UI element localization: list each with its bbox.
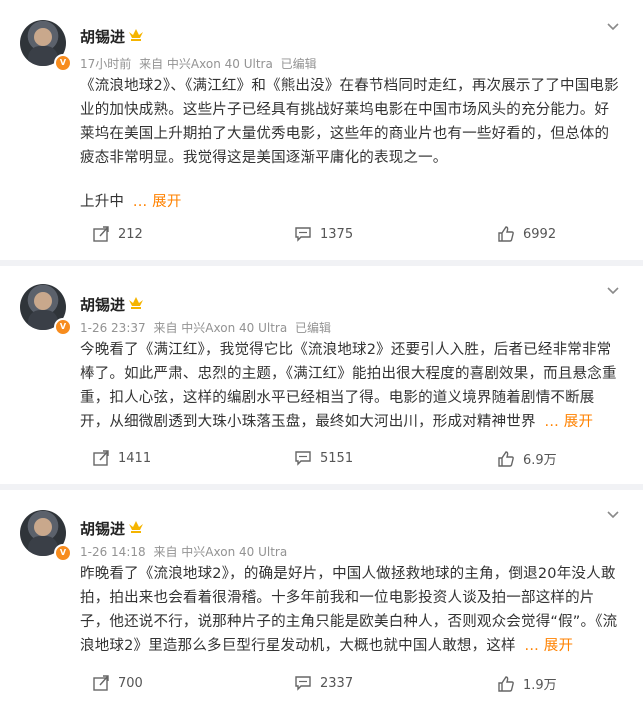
repost-count: 212 [118, 226, 143, 242]
expand-link[interactable]: ... 展开 [545, 414, 594, 430]
post-card: V 胡锡进 1-26 14:18 来自 中兴Axon 40 Ultra 昨晚看了… [0, 490, 643, 706]
post-card: V 胡锡进 17小时前 来自 中兴Axon 40 Ultra 已编辑 《流浪地球… [0, 0, 643, 260]
like-icon [498, 450, 514, 467]
action-bar: 700 2337 1.9万 [0, 674, 643, 698]
post-meta: 17小时前 来自 中兴Axon 40 Ultra 已编辑 [80, 55, 321, 72]
like-button[interactable]: 6992 [497, 225, 556, 243]
expand-link[interactable]: ... 展开 [525, 638, 574, 654]
like-button[interactable]: 1.9万 [497, 674, 557, 693]
author-name[interactable]: 胡锡进 [80, 26, 125, 47]
post-text: 《流浪地球2》、《满江红》和《熊出没》在春节档同时走红，再次展示了了中国电影业的… [80, 74, 620, 214]
repost-button[interactable]: 212 [92, 225, 143, 243]
chevron-down-icon[interactable] [605, 282, 621, 298]
post-meta: 1-26 23:37 来自 中兴Axon 40 Ultra 已编辑 [80, 319, 335, 336]
author-name[interactable]: 胡锡进 [80, 294, 125, 315]
comment-count: 2337 [320, 675, 354, 691]
action-bar: 1411 5151 6.9万 [0, 449, 643, 473]
post-source: 来自 中兴Axon 40 Ultra [139, 57, 273, 71]
comment-button[interactable]: 2337 [294, 674, 353, 692]
repost-button[interactable]: 1411 [92, 449, 151, 467]
post-body: 《流浪地球2》、《满江红》和《熊出没》在春节档同时走红，再次展示了了中国电影业的… [80, 78, 619, 166]
verified-badge-icon: V [54, 54, 72, 72]
repost-button[interactable]: 700 [92, 674, 143, 692]
comment-button[interactable]: 5151 [294, 449, 353, 467]
comment-button[interactable]: 1375 [294, 225, 353, 243]
repost-icon [93, 226, 109, 242]
like-icon [498, 226, 514, 242]
repost-count: 700 [118, 675, 143, 691]
like-count: 1.9万 [523, 678, 557, 693]
post-source: 来自 中兴Axon 40 Ultra [153, 321, 288, 335]
edited-label[interactable]: 已编辑 [281, 57, 317, 71]
like-count: 6992 [523, 226, 557, 242]
author-name[interactable]: 胡锡进 [80, 518, 125, 539]
comment-count: 5151 [320, 450, 354, 466]
post-time[interactable]: 17小时前 [80, 57, 131, 71]
like-icon [498, 675, 514, 692]
weibo-feed: V 胡锡进 17小时前 来自 中兴Axon 40 Ultra 已编辑 《流浪地球… [0, 0, 643, 706]
post-meta: 1-26 14:18 来自 中兴Axon 40 Ultra [80, 543, 291, 560]
comment-icon [295, 676, 311, 691]
post-tail: 上升中 [80, 194, 125, 210]
crown-icon [129, 521, 143, 533]
crown-icon [129, 297, 143, 309]
post-source: 来自 中兴Axon 40 Ultra [153, 545, 288, 559]
comment-count: 1375 [320, 226, 354, 242]
like-button[interactable]: 6.9万 [497, 449, 557, 468]
post-time[interactable]: 1-26 23:37 [80, 321, 146, 335]
chevron-down-icon[interactable] [605, 18, 621, 34]
comment-icon [295, 451, 311, 466]
crown-icon [129, 29, 143, 41]
like-count: 6.9万 [523, 453, 557, 468]
post-card: V 胡锡进 1-26 23:37 来自 中兴Axon 40 Ultra 已编辑 … [0, 266, 643, 484]
post-body: 今晚看了《满江红》，我觉得它比《流浪地球2》还要引人入胜，后者已经非常非常棒了。… [80, 342, 617, 430]
chevron-down-icon[interactable] [605, 506, 621, 522]
edited-label[interactable]: 已编辑 [295, 321, 331, 335]
post-text: 今晚看了《满江红》，我觉得它比《流浪地球2》还要引人入胜，后者已经非常非常棒了。… [80, 338, 620, 434]
verified-badge-icon: V [54, 318, 72, 336]
action-bar: 212 1375 6992 [0, 225, 643, 249]
repost-count: 1411 [118, 450, 152, 466]
comment-icon [295, 227, 311, 242]
expand-link[interactable]: ... 展开 [133, 194, 182, 210]
post-time[interactable]: 1-26 14:18 [80, 545, 146, 559]
repost-icon [93, 675, 109, 691]
post-text: 昨晚看了《流浪地球2》，的确是好片，中国人做拯救地球的主角，倒退20年没人敢拍，… [80, 562, 620, 658]
repost-icon [93, 450, 109, 466]
verified-badge-icon: V [54, 544, 72, 562]
